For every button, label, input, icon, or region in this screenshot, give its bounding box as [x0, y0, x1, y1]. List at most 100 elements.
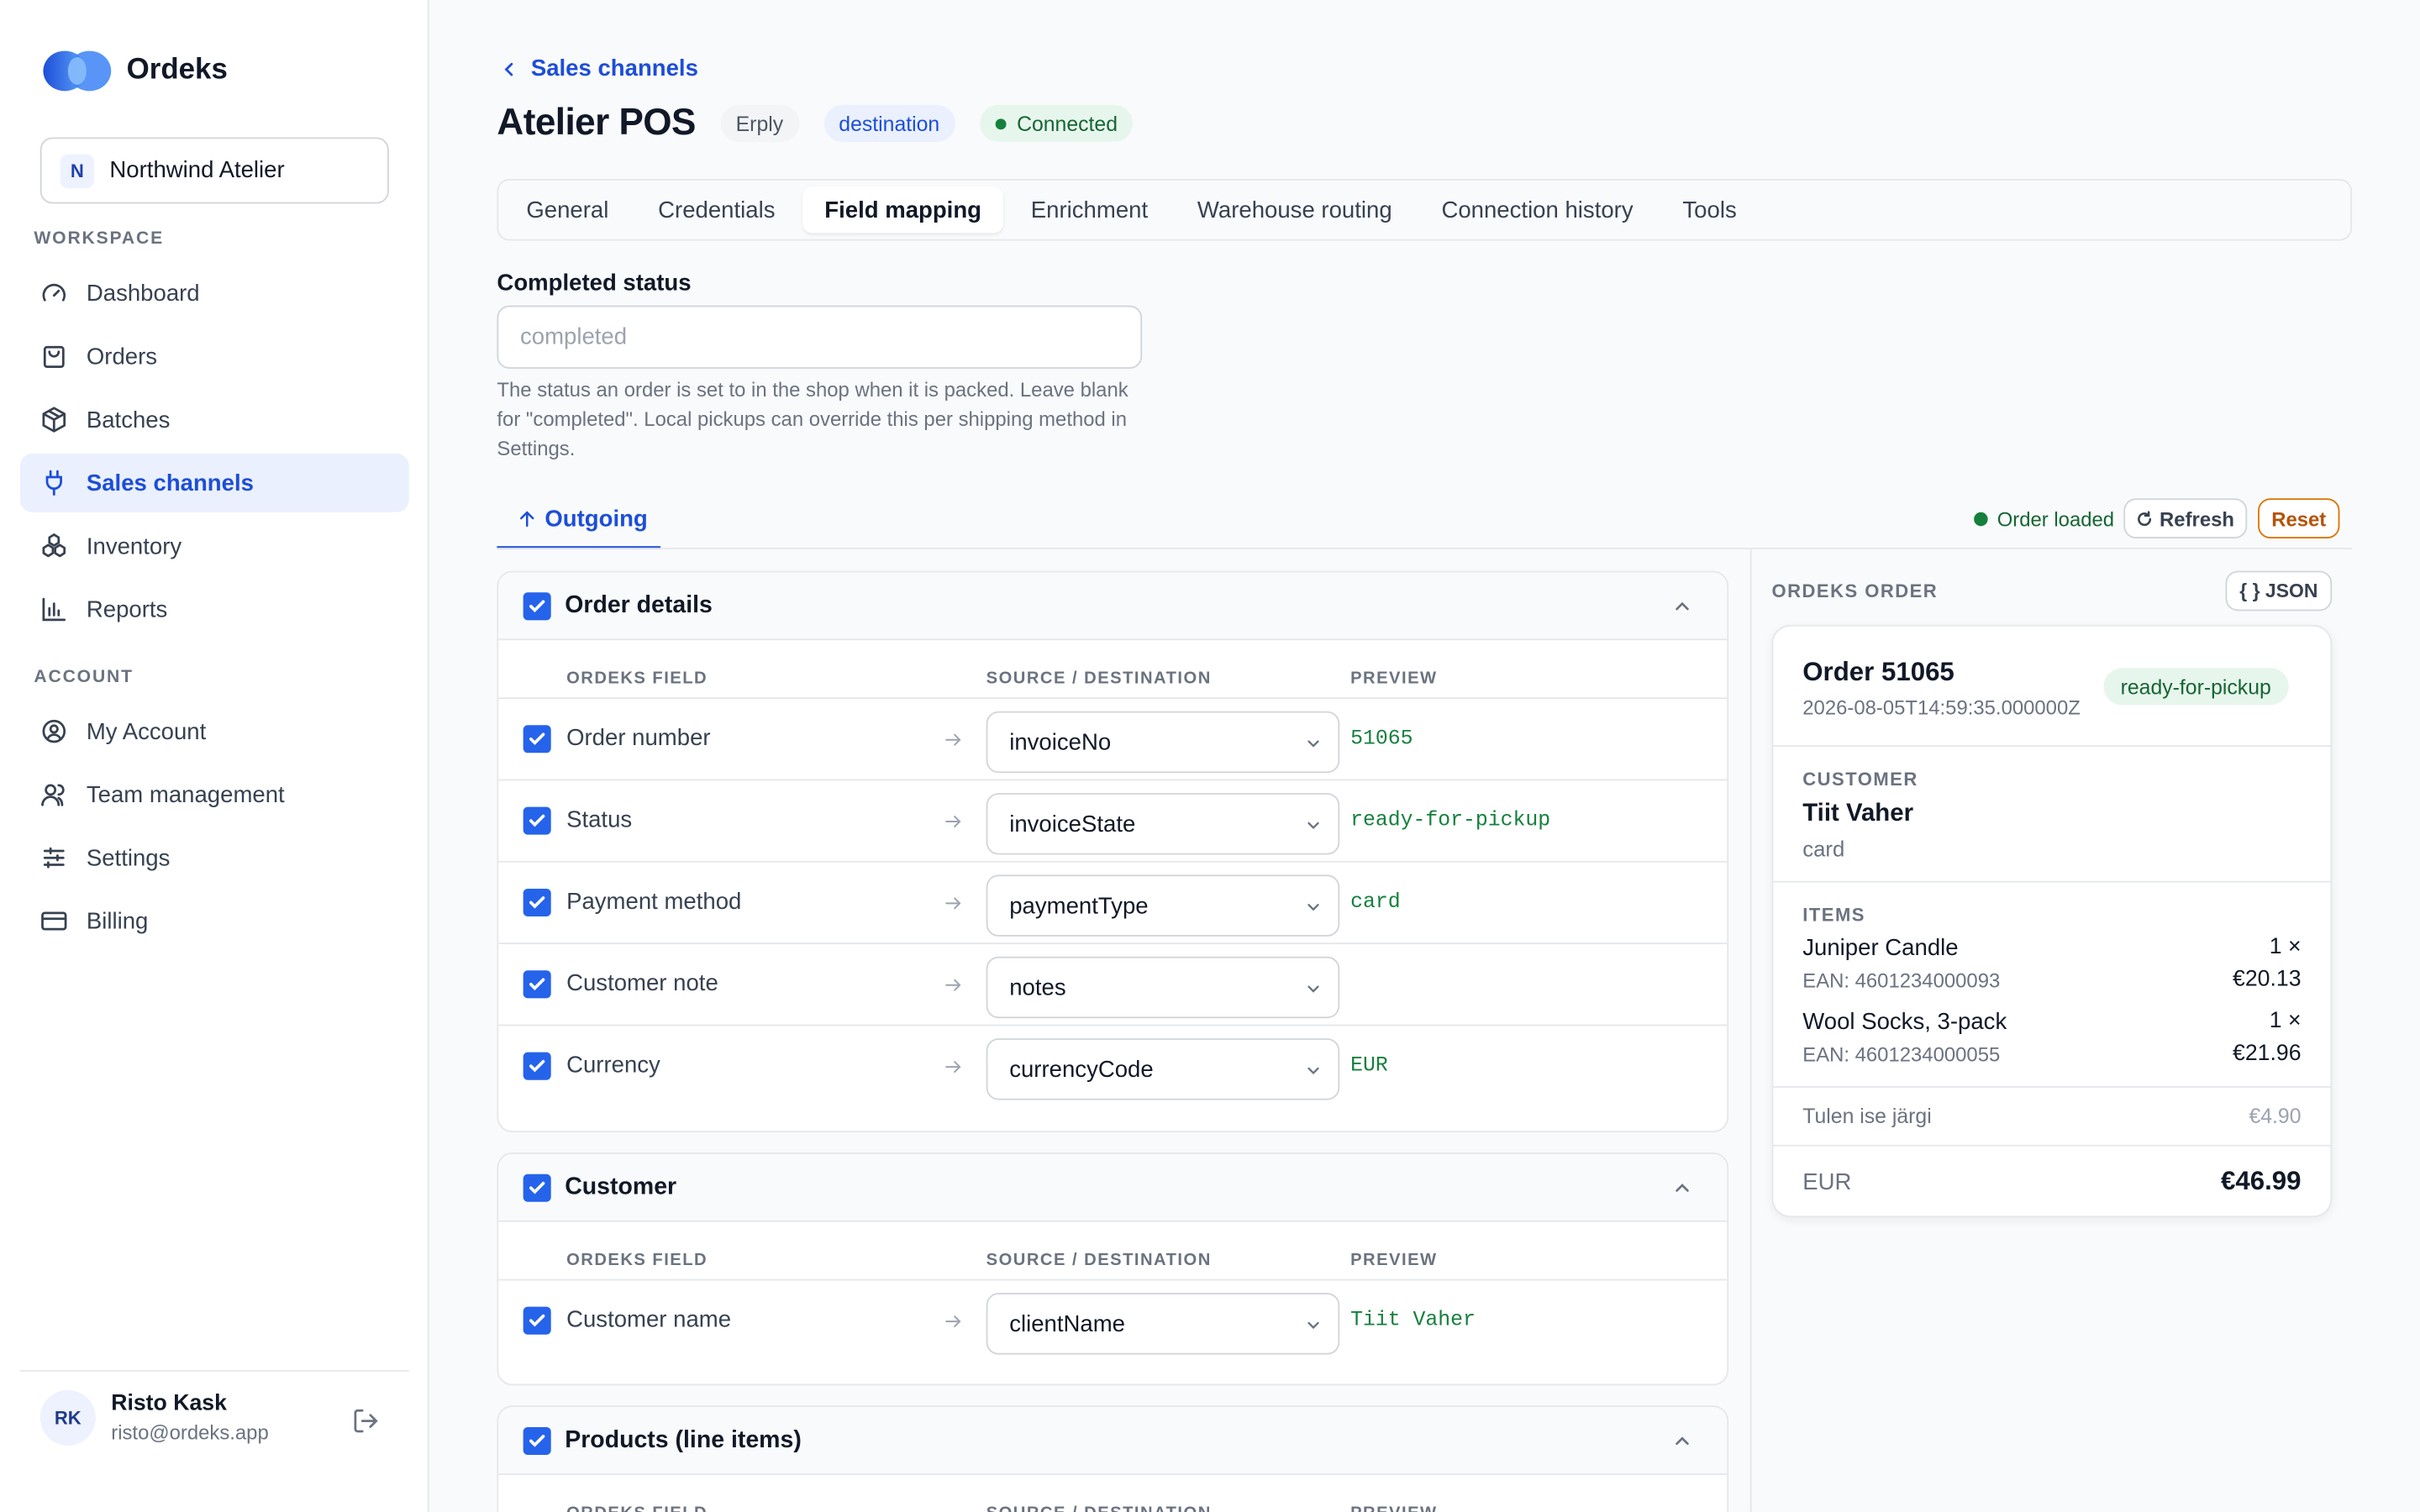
chevron-up-icon[interactable] [1671, 1177, 1693, 1199]
nav-label: Dashboard [86, 280, 200, 307]
row-checkbox[interactable] [523, 806, 551, 835]
row-checkbox[interactable] [523, 1306, 551, 1335]
tab-tools[interactable]: Tools [1661, 186, 1759, 233]
source-select[interactable]: paymentType [986, 874, 1340, 937]
column-headers: ORDEKS FIELD SOURCE / DESTINATION PREVIE… [498, 1222, 1728, 1281]
status-dot [995, 118, 1007, 129]
select-value: currencyCode [1009, 1056, 1154, 1083]
user-profile[interactable]: RK Risto Kask risto@ordeks.app [39, 1389, 269, 1446]
page-title: Atelier POS [497, 102, 696, 144]
arrow-right-icon [945, 733, 961, 746]
section-header[interactable]: Products (line items) [498, 1407, 1728, 1475]
tab-enrichment[interactable]: Enrichment [1009, 186, 1170, 233]
select-value: clientName [1009, 1310, 1126, 1337]
nav-settings[interactable]: Settings [20, 828, 409, 887]
item-qty: 1 × [2269, 935, 2302, 960]
source-select[interactable]: invoiceNo [986, 711, 1340, 774]
divider [19, 1369, 409, 1372]
row-checkbox[interactable] [523, 970, 551, 999]
nav-dashboard[interactable]: Dashboard [20, 264, 409, 323]
order-customer: CUSTOMER Tiit Vaher card [1773, 747, 2331, 883]
chevron-down-icon [1307, 1321, 1319, 1330]
row-checkbox[interactable] [523, 888, 551, 916]
source-select[interactable]: currencyCode [986, 1038, 1340, 1100]
preview-value: ready-for-pickup [1350, 810, 1551, 833]
section-header[interactable]: Order details [498, 572, 1728, 641]
mapping-section-products: Products (line items) ORDEKS FIELD SOURC… [497, 1405, 1729, 1512]
select-value: invoiceNo [1009, 728, 1112, 756]
chevron-up-icon[interactable] [1671, 1431, 1693, 1452]
section-title: Products (line items) [565, 1426, 802, 1453]
column-headers: ORDEKS FIELD SOURCE / DESTINATION PREVIE… [498, 1475, 1727, 1512]
field-name: Order number [566, 725, 711, 752]
row-checkbox[interactable] [523, 725, 551, 753]
nav-my-account[interactable]: My Account [20, 702, 409, 761]
tab-warehouse-routing[interactable]: Warehouse routing [1176, 186, 1413, 233]
mapping-row: Order number invoiceNo 51065 [498, 699, 1728, 781]
mapping-row: Customer note notes [498, 944, 1728, 1026]
avatar: RK [39, 1389, 96, 1446]
item-qty: 1 × [2269, 1009, 2302, 1034]
item-ean: EAN: 4601234000055 [1802, 1042, 2001, 1067]
nav-label: Billing [86, 907, 149, 935]
box-icon [42, 407, 66, 433]
users-icon [41, 784, 65, 806]
row-checkbox[interactable] [523, 1052, 551, 1080]
source-select[interactable]: clientName [986, 1293, 1340, 1355]
back-label: Sales channels [530, 55, 698, 82]
check-icon [529, 1314, 545, 1327]
divider [497, 548, 2353, 549]
nav-label: Batches [86, 406, 171, 433]
tab-field-mapping[interactable]: Field mapping [802, 186, 1003, 234]
customer-heading: CUSTOMER [1802, 768, 1918, 790]
order-items: ITEMS Juniper Candle EAN: 4601234000093 … [1773, 883, 2331, 1088]
tab-connection-history[interactable]: Connection history [1420, 186, 1655, 233]
check-icon [529, 732, 545, 745]
reset-button[interactable]: Reset [2258, 498, 2340, 539]
chevron-down-icon [1307, 985, 1319, 993]
order-status-badge: ready-for-pickup [2103, 668, 2288, 706]
logout-icon[interactable] [352, 1407, 380, 1435]
nav-team-management[interactable]: Team management [20, 765, 409, 824]
page-header: Atelier POS Erply destination Connected [497, 102, 1134, 144]
tab-general[interactable]: General [505, 186, 630, 233]
section-checkbox[interactable] [523, 1173, 551, 1201]
nav-billing[interactable]: Billing [20, 892, 409, 951]
chevron-down-icon [1307, 740, 1319, 748]
source-select[interactable]: notes [986, 956, 1340, 1019]
mapping-row: Customer name clientName Tiit Vaher [498, 1280, 1727, 1362]
refresh-label: Refresh [2160, 507, 2234, 530]
app-logo[interactable]: Ordeks [40, 46, 228, 96]
back-link[interactable]: Sales channels [500, 55, 698, 81]
nav-reports[interactable]: Reports [20, 580, 409, 639]
json-button[interactable]: { } JSON [2225, 570, 2333, 612]
nav-inventory[interactable]: Inventory [20, 517, 409, 575]
chevron-up-icon[interactable] [1671, 596, 1693, 617]
field-name: Payment method [566, 888, 742, 916]
preview-value: card [1350, 891, 1401, 916]
tab-credentials[interactable]: Credentials [636, 186, 797, 233]
completed-status-input[interactable] [497, 305, 1143, 369]
arrow-right-icon [945, 1061, 961, 1074]
tab-bar: General Credentials Field mapping Enrich… [497, 179, 2353, 241]
section-checkbox[interactable] [523, 1426, 551, 1455]
column-header-preview: PREVIEW [1350, 1251, 1438, 1270]
user-name: Risto Kask [111, 1391, 227, 1417]
section-checkbox[interactable] [523, 591, 551, 620]
nav-batches[interactable]: Batches [20, 391, 409, 449]
field-name: Customer name [566, 1306, 732, 1333]
field-name: Status [566, 806, 633, 833]
nav-sales-channels[interactable]: Sales channels [19, 453, 409, 512]
arrow-right-icon [945, 897, 961, 910]
nav-orders[interactable]: Orders [20, 327, 409, 386]
refresh-button[interactable]: Refresh [2123, 498, 2248, 539]
section-header[interactable]: Customer [498, 1153, 1728, 1222]
items-heading: ITEMS [1802, 904, 1865, 927]
tab-outgoing[interactable]: Outgoing [497, 491, 661, 549]
bar-chart-icon [42, 597, 66, 622]
org-switcher[interactable]: N Northwind Atelier [39, 137, 389, 204]
customer-name: Tiit Vaher [1802, 801, 1914, 827]
order-shipping: Tulen ise järgi €4.90 [1773, 1088, 2331, 1147]
source-select[interactable]: invoiceState [986, 793, 1340, 855]
completed-status-label: Completed status [497, 270, 692, 297]
